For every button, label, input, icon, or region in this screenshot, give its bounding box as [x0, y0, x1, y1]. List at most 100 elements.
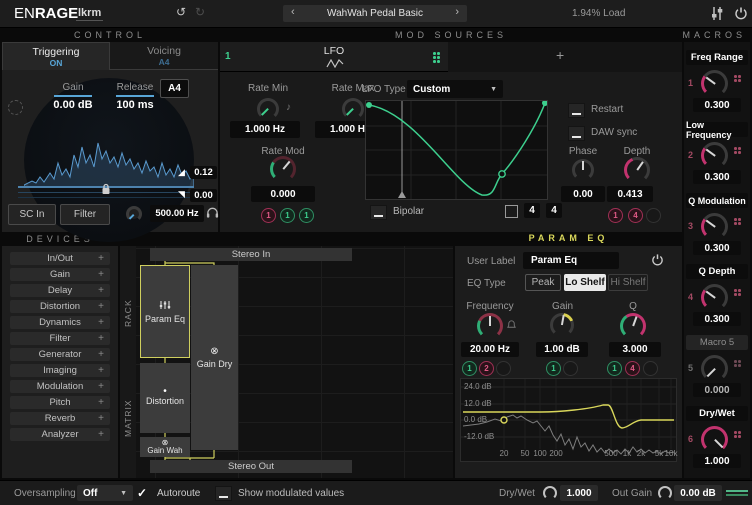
grid-snap-icon[interactable] — [505, 205, 518, 218]
power-icon[interactable] — [734, 6, 748, 24]
eq-gain-badge-2[interactable] — [563, 361, 578, 376]
rate-max-knob[interactable] — [342, 98, 364, 120]
device-item-generator[interactable]: Generator+ — [10, 348, 110, 361]
macro4-name[interactable]: Q Depth — [686, 264, 748, 279]
plus-icon[interactable]: + — [98, 269, 104, 280]
frequency-value[interactable]: 20.00 Hz — [461, 342, 519, 357]
frequency-badge-1[interactable]: 1 — [462, 361, 477, 376]
outgain-value[interactable]: 0.00 dB — [674, 485, 722, 501]
macro3-drag-icon[interactable] — [734, 218, 742, 226]
eq-gain-badge-1[interactable]: 1 — [546, 361, 561, 376]
drywet-knob[interactable] — [543, 486, 557, 500]
device-item-reverb[interactable]: Reverb+ — [10, 412, 110, 425]
q-value[interactable]: 3.000 — [609, 342, 661, 357]
show-modulated-label[interactable]: Show modulated values — [238, 488, 344, 499]
plus-icon[interactable]: + — [98, 429, 104, 440]
lfo-tab-drag-icon[interactable] — [433, 52, 441, 64]
undo-icon[interactable]: ↺ — [176, 5, 186, 19]
bell-icon[interactable] — [506, 319, 517, 333]
rate-min-value[interactable]: 1.000 Hz — [230, 121, 300, 138]
macro4-knob[interactable] — [701, 284, 728, 311]
q-knob[interactable] — [620, 313, 646, 339]
gain-value[interactable]: 0.00 dB — [44, 99, 102, 111]
release-slider[interactable] — [116, 95, 154, 97]
plus-icon[interactable]: + — [98, 253, 104, 264]
spectrum-mode-icon[interactable] — [8, 100, 23, 115]
lfo-type-dropdown[interactable]: Custom ▼ — [407, 80, 503, 98]
macro5-drag-icon[interactable] — [734, 360, 742, 368]
oversampling-dropdown[interactable]: Off ▼ — [77, 485, 133, 501]
rack-node-distortion[interactable]: • Distortion — [140, 363, 190, 433]
rate-min-sync-icon[interactable]: ♪ — [286, 102, 291, 113]
macro1-value[interactable]: 0.300 — [693, 98, 741, 112]
eq-gain-value[interactable]: 1.00 dB — [536, 342, 588, 357]
drywet-value[interactable]: 1.000 — [560, 485, 598, 501]
macro4-value[interactable]: 0.300 — [693, 312, 741, 326]
device-power-icon[interactable] — [651, 253, 664, 270]
rack-node-gain-wah[interactable]: ⊗ Gain Wah — [140, 437, 190, 457]
tab-lfo-1[interactable]: 1 LFO — [220, 42, 448, 72]
plus-icon[interactable]: + — [98, 349, 104, 360]
macro1-knob[interactable] — [701, 70, 728, 97]
eq-type-peak[interactable]: Peak — [525, 274, 561, 291]
device-item-imaging[interactable]: Imaging+ — [10, 364, 110, 377]
bipolar-checkbox[interactable] — [370, 205, 387, 220]
filter-freq-value[interactable]: 500.00 Hz — [150, 205, 204, 222]
rate-min-knob[interactable] — [257, 98, 279, 120]
plus-icon[interactable]: + — [98, 285, 104, 296]
macro5-value[interactable]: 0.000 — [693, 383, 741, 397]
device-item-pitch[interactable]: Pitch+ — [10, 396, 110, 409]
tab-voicing[interactable]: Voicing A4 — [110, 42, 218, 70]
macro6-drag-icon[interactable] — [734, 431, 742, 439]
phase-knob[interactable] — [572, 159, 594, 181]
preset-name[interactable]: WahWah Pedal Basic — [283, 8, 467, 19]
add-mod-source-icon[interactable]: + — [556, 47, 564, 63]
device-item-delay[interactable]: Delay+ — [10, 284, 110, 297]
plus-icon[interactable]: + — [98, 301, 104, 312]
restart-checkbox[interactable] — [568, 103, 585, 118]
rack-node-param-eq[interactable]: Param Eq — [140, 265, 190, 358]
device-item-distortion[interactable]: Distortion+ — [10, 300, 110, 313]
rate-mod-badge-1[interactable]: 1 — [261, 208, 276, 223]
release-value[interactable]: 100 ms — [108, 99, 162, 111]
settings-sliders-icon[interactable] — [710, 6, 724, 24]
threshold-lo-value[interactable]: 0.00 — [190, 189, 217, 202]
q-badge-1[interactable]: 1 — [607, 361, 622, 376]
stereo-in-node[interactable]: Stereo In — [150, 248, 352, 261]
eq-type-lo-shelf[interactable]: Lo Shelf — [564, 274, 606, 291]
sc-in-button[interactable]: SC In — [8, 204, 56, 225]
plus-icon[interactable]: + — [98, 365, 104, 376]
plus-icon[interactable]: + — [98, 333, 104, 344]
plus-icon[interactable]: + — [98, 413, 104, 424]
rack-node-gain-dry[interactable]: ⊗ Gain Dry — [191, 265, 238, 450]
device-item-dynamics[interactable]: Dynamics+ — [10, 316, 110, 329]
q-badge-3[interactable] — [643, 361, 658, 376]
trigger-note-box[interactable]: A4 — [160, 79, 189, 98]
frequency-badge-2[interactable]: 2 — [479, 361, 494, 376]
device-item-modulation[interactable]: Modulation+ — [10, 380, 110, 393]
filter-freq-knob[interactable] — [126, 206, 142, 222]
macro6-knob[interactable] — [701, 426, 728, 453]
device-item-filter[interactable]: Filter+ — [10, 332, 110, 345]
preset-next-icon[interactable]: › — [455, 6, 459, 18]
redo-icon[interactable]: ↻ — [195, 5, 205, 19]
eq-gain-knob[interactable] — [550, 313, 574, 337]
depth-badge-3[interactable] — [646, 208, 661, 223]
frequency-knob[interactable] — [477, 313, 503, 339]
daw-sync-checkbox[interactable] — [568, 126, 585, 141]
macro6-value[interactable]: 1.000 — [693, 454, 741, 468]
rate-mod-value[interactable]: 0.000 — [251, 186, 315, 202]
filter-button[interactable]: Filter — [60, 204, 110, 225]
eq-response-graph[interactable]: 24.0 dB 12.0 dB 0.0 dB -12.0 dB 20 50 10… — [460, 378, 677, 462]
macro2-knob[interactable] — [701, 142, 728, 169]
device-item-inout[interactable]: In/Out+ — [10, 252, 110, 265]
show-modulated-checkbox[interactable] — [215, 486, 232, 501]
macro5-knob[interactable] — [701, 355, 728, 382]
grid-x-value[interactable]: 4 — [524, 203, 540, 218]
eq-type-hi-shelf[interactable]: Hi Shelf — [608, 274, 648, 291]
plus-icon[interactable]: + — [98, 317, 104, 328]
rate-mod-badge-3[interactable]: 1 — [299, 208, 314, 223]
macro2-value[interactable]: 0.300 — [693, 170, 741, 184]
threshold-hi-marker-icon[interactable]: ◢ — [178, 167, 185, 178]
macro3-value[interactable]: 0.300 — [693, 241, 741, 255]
